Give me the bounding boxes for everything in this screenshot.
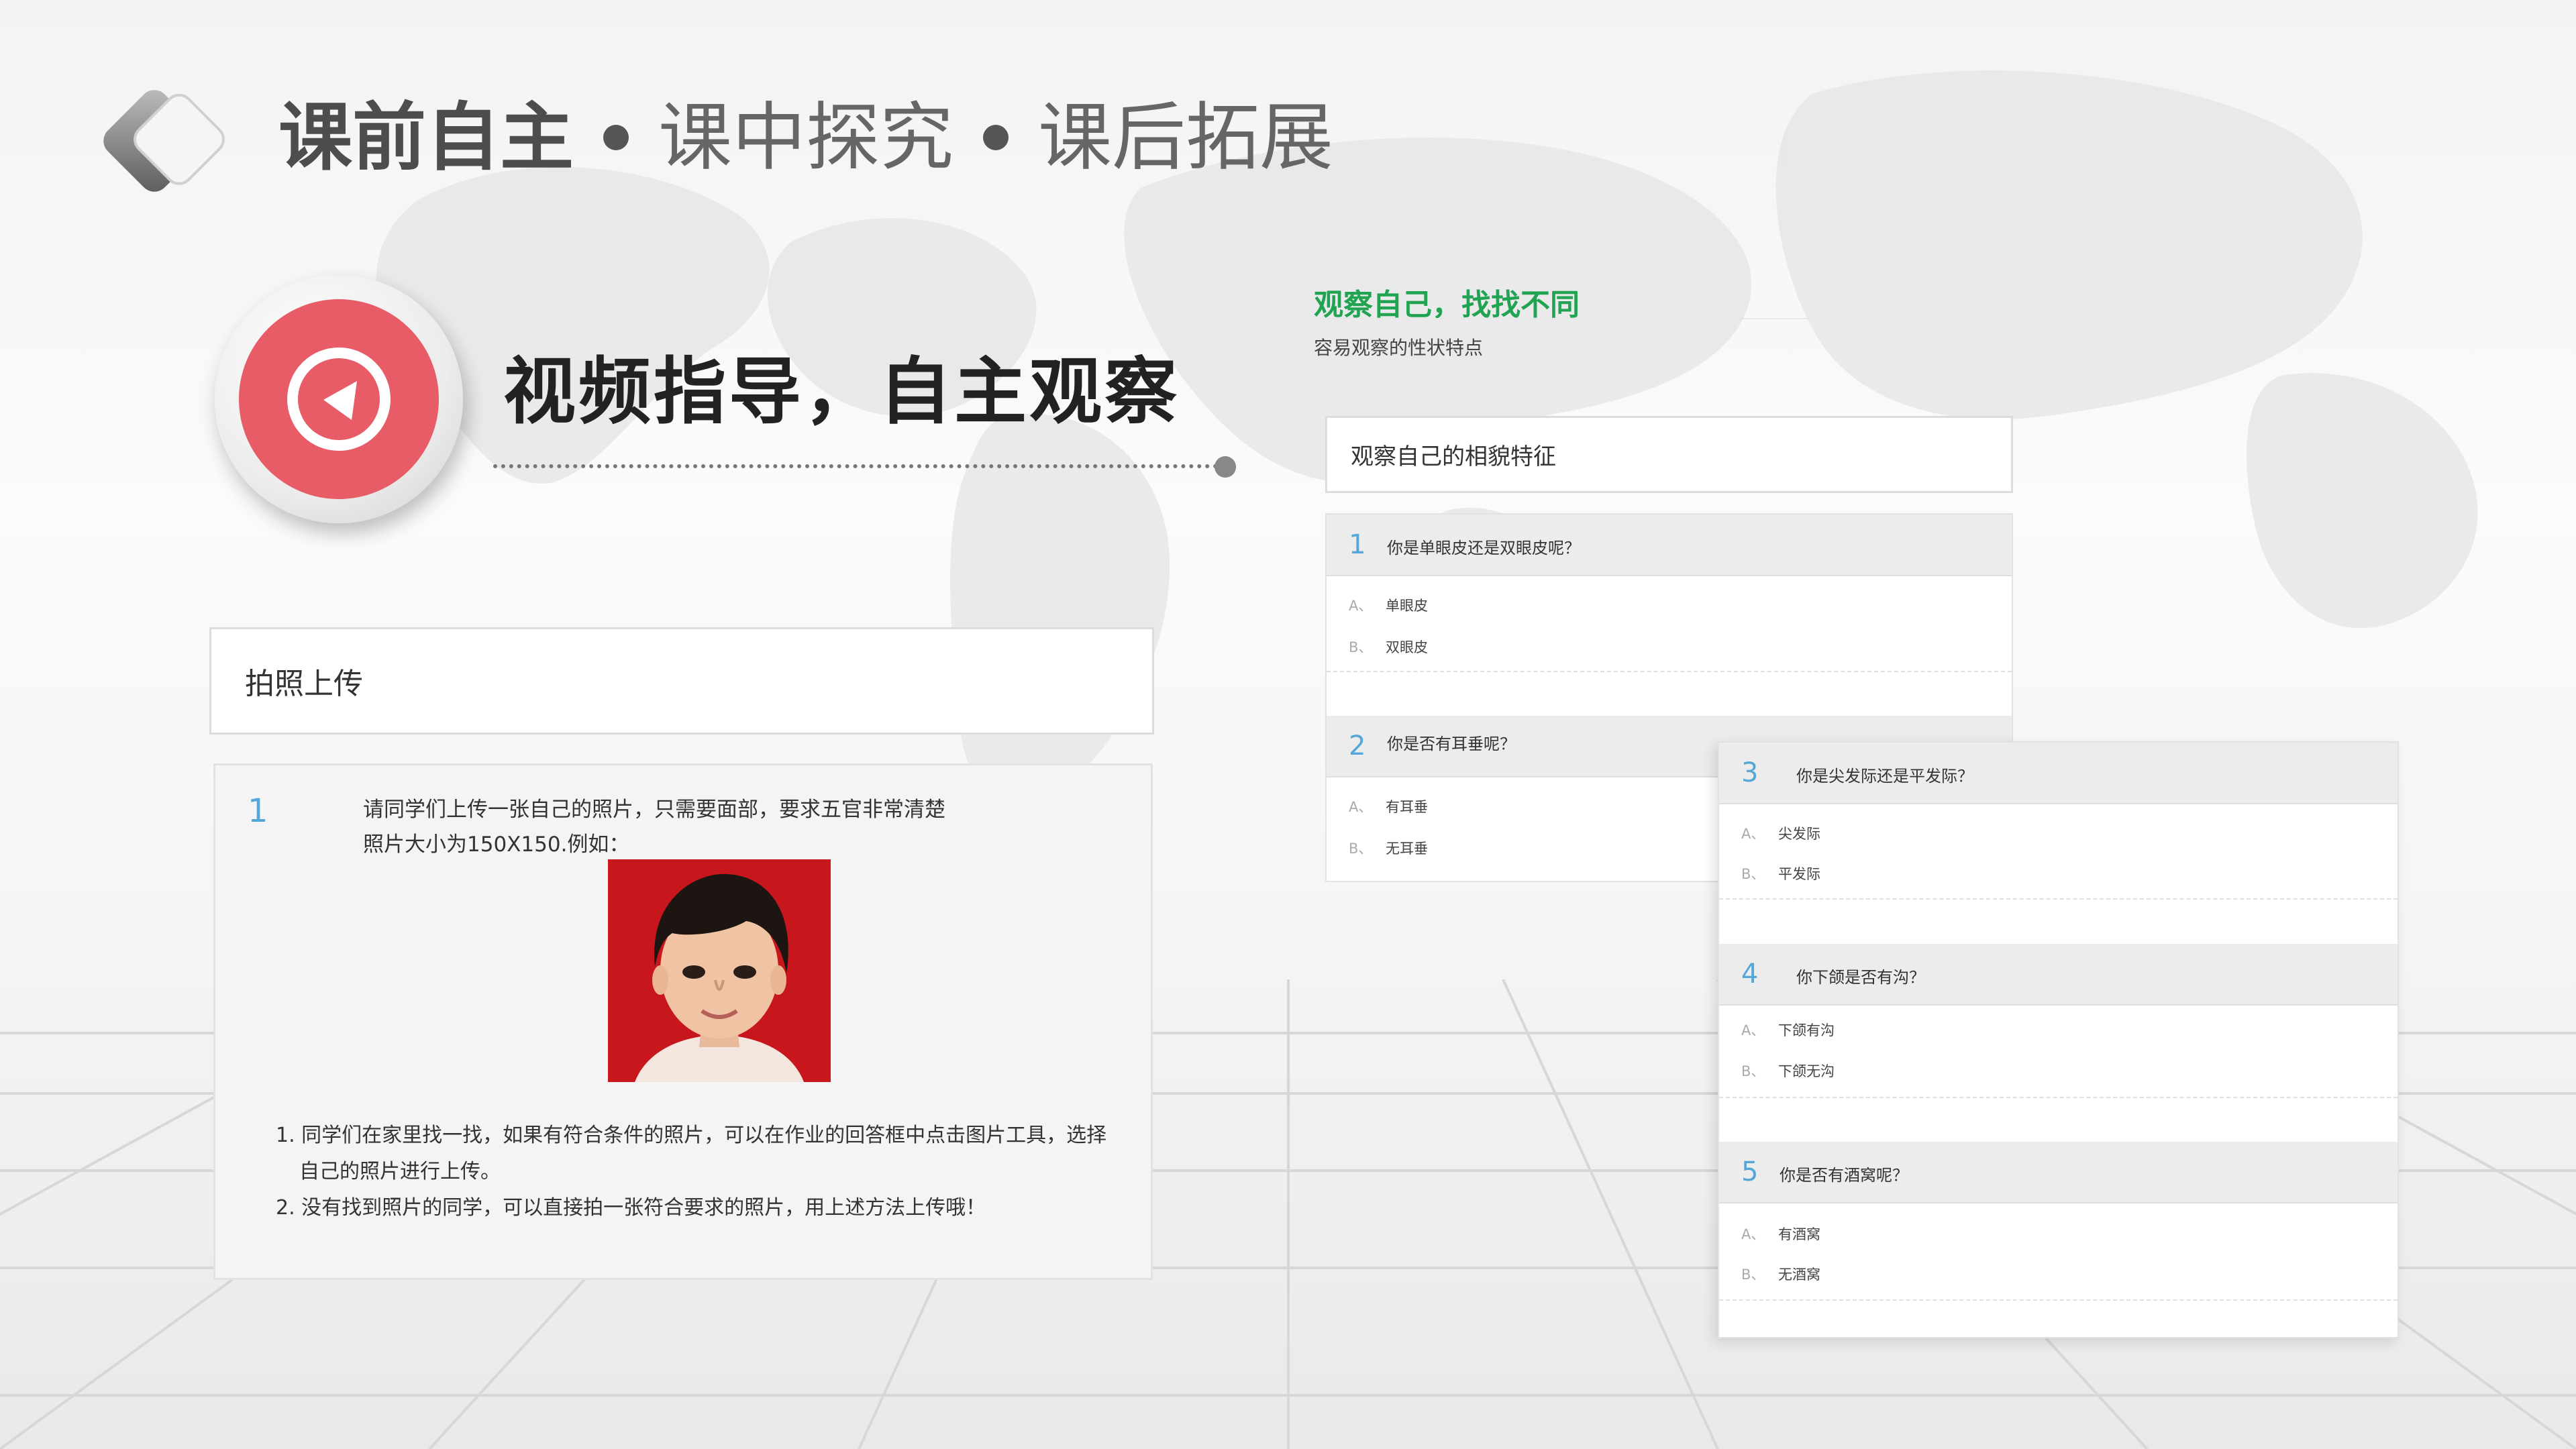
- survey-title: 观察自己，找找不同: [1314, 288, 1580, 322]
- question-header: 4 你下颌是否有沟？: [1719, 944, 2398, 1006]
- question-number: 5: [1741, 1157, 1759, 1187]
- question-number: 3: [1741, 757, 1759, 788]
- upload-notes: 1. 同学们在家里找一找，如果有符合条件的照片，可以在作业的回答框中点击图片工具…: [276, 1118, 1106, 1226]
- section-title: 视频指导，自主观察: [503, 350, 1180, 434]
- option-row[interactable]: B、 双眼皮: [1349, 637, 1428, 657]
- upload-question-card: 1 请同学们上传一张自己的照片，只需要面部，要求五官非常清楚 照片大小为150X…: [213, 763, 1153, 1280]
- upload-heading: 拍照上传: [245, 667, 363, 701]
- question-text: 你是否有耳垂呢？: [1387, 735, 1516, 753]
- option-row[interactable]: B、 下颌无沟: [1741, 1061, 1835, 1081]
- underline-end-dot: [1215, 456, 1236, 478]
- lesson-phase-nav: 课前自主 课中探究 课后拓展: [278, 91, 1333, 184]
- phase-after-class: 课后拓展: [1038, 95, 1333, 180]
- phase-in-class: 课中探究: [658, 95, 954, 180]
- phase-separator-dot: [983, 125, 1009, 150]
- upload-heading-box: 拍照上传: [209, 627, 1154, 735]
- upload-instruction-line2: 照片大小为150X150.例如：: [363, 833, 630, 857]
- question-header: 1 你是单眼皮还是双眼皮呢？: [1327, 515, 2012, 576]
- play-triangle-icon: [287, 347, 391, 451]
- option-row[interactable]: B、 平发际: [1741, 863, 1820, 883]
- upload-instruction-line1: 请同学们上传一张自己的照片，只需要面部，要求五官非常清楚: [363, 798, 945, 822]
- survey-section-label: 观察自己的相貌特征: [1351, 443, 1556, 470]
- survey-card-right: 3 你是尖发际还是平发际？ A、 尖发际 B、 平发际 4 你下颌是否有沟？ A、下…: [1718, 741, 2399, 1338]
- question-number: 1: [1349, 529, 1366, 560]
- question-number: 1: [248, 792, 268, 830]
- section-badge: [215, 275, 463, 523]
- option-row[interactable]: A、 有酒窝: [1741, 1224, 1820, 1244]
- note-2: 2. 没有找到照片的同学，可以直接拍一张符合要求的照片，用上述方法上传哦！: [276, 1196, 986, 1220]
- option-row[interactable]: A、 单眼皮: [1349, 595, 1428, 615]
- option-row[interactable]: A、 有耳垂: [1349, 796, 1428, 816]
- option-row[interactable]: B、 无酒窝: [1741, 1264, 1820, 1284]
- survey-subtitle: 容易观察的性状特点: [1314, 337, 1484, 359]
- question-text: 你是单眼皮还是双眼皮呢？: [1387, 539, 1580, 557]
- diamond-logo-icon: [103, 90, 225, 192]
- option-row[interactable]: A、 下颌有沟: [1741, 1020, 1835, 1040]
- question-text: 你是否有酒窝呢？: [1780, 1166, 1908, 1185]
- title-underline: [493, 464, 1218, 468]
- option-row[interactable]: B、 无耳垂: [1349, 838, 1428, 858]
- note-1: 1. 同学们在家里找一找，如果有符合条件的照片，可以在作业的回答框中点击图片工具…: [276, 1124, 1107, 1147]
- phase-separator-dot: [603, 125, 629, 150]
- question-number: 4: [1741, 959, 1759, 989]
- question-text: 你是尖发际还是平发际？: [1796, 767, 1973, 786]
- phase-pre-class: 课前自主: [278, 95, 574, 180]
- question-header: 3 你是尖发际还是平发际？: [1719, 743, 2398, 804]
- survey-section-box: 观察自己的相貌特征: [1325, 416, 2013, 493]
- question-number: 2: [1349, 731, 1366, 761]
- question-text: 你下颌是否有沟？: [1796, 968, 1925, 987]
- example-portrait-photo: [608, 859, 831, 1082]
- survey-title-rule: [1314, 318, 2112, 319]
- question-header: 5 你是否有酒窝呢？: [1719, 1142, 2398, 1203]
- option-row[interactable]: A、 尖发际: [1741, 823, 1820, 843]
- note-1-continued: 自己的照片进行上传。: [299, 1160, 501, 1183]
